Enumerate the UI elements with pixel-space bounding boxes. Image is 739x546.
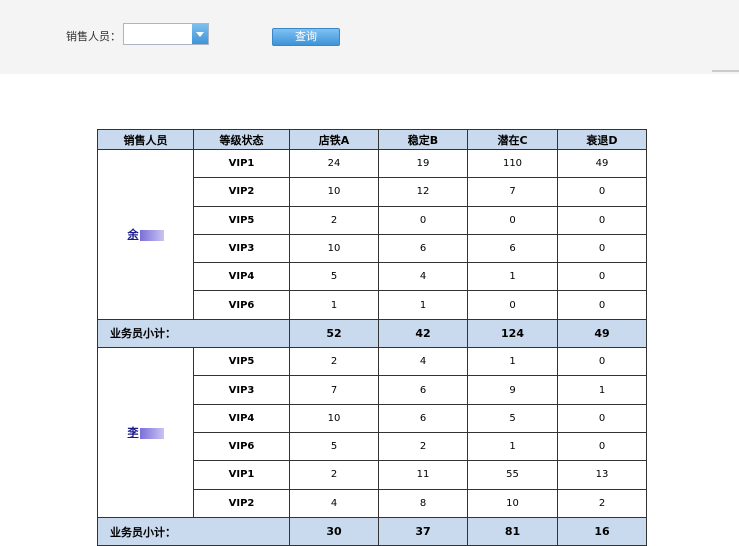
header-a: 店铁A: [289, 129, 379, 150]
level-cell: VIP2: [193, 488, 290, 518]
salesperson-cell: 李: [97, 347, 194, 518]
value-a: 5: [289, 262, 379, 292]
value-c: 1: [467, 347, 558, 377]
subtotal-b: 37: [378, 516, 468, 546]
value-d: 2: [557, 488, 647, 518]
subtotal-a: 52: [289, 318, 379, 349]
salesperson-link[interactable]: 李: [128, 426, 164, 439]
value-c: 7: [467, 177, 558, 207]
subtotal-d: 16: [557, 516, 647, 546]
subtotal-c: 81: [467, 516, 558, 546]
filter-bar: 销售人员： 查询: [0, 0, 739, 74]
query-button[interactable]: 查询: [272, 28, 340, 46]
value-b: 6: [378, 233, 468, 264]
value-d: 1: [557, 375, 647, 405]
value-a: 5: [289, 431, 379, 462]
level-cell: VIP6: [193, 290, 290, 320]
value-d: 0: [557, 431, 647, 462]
sales-report-table: 销售人员 等级状态 店铁A 稳定B 潜在C 衰退D 余 VIP1 24 19 1…: [97, 129, 647, 546]
value-d: 0: [557, 347, 647, 377]
value-c: 1: [467, 262, 558, 292]
level-cell: VIP4: [193, 403, 290, 433]
value-b: 4: [378, 347, 468, 377]
header-salesperson: 销售人员: [97, 129, 194, 150]
value-a: 10: [289, 177, 379, 207]
table-row: 余 VIP1 24 19 110 49: [97, 148, 647, 320]
header-b: 稳定B: [378, 129, 468, 150]
select-dropdown-button[interactable]: [192, 24, 208, 44]
value-d: 0: [557, 403, 647, 433]
value-a: 24: [289, 148, 379, 179]
subtotal-b: 42: [378, 318, 468, 349]
value-a: 7: [289, 375, 379, 405]
salesperson-select[interactable]: [123, 23, 209, 45]
value-b: 19: [378, 148, 468, 179]
value-b: 12: [378, 177, 468, 207]
value-b: 2: [378, 431, 468, 462]
level-cell: VIP1: [193, 460, 290, 490]
salesperson-filter-label: 销售人员：: [66, 30, 121, 43]
header-d: 衰退D: [557, 129, 647, 150]
divider: [712, 70, 739, 72]
value-c: 9: [467, 375, 558, 405]
value-d: 0: [557, 205, 647, 235]
salesperson-link[interactable]: 余: [128, 228, 164, 241]
subtotal-d: 49: [557, 318, 647, 349]
value-c: 55: [467, 460, 558, 490]
level-cell: VIP6: [193, 431, 290, 462]
subtotal-label: 业务员小计：: [97, 318, 290, 349]
value-a: 1: [289, 290, 379, 320]
level-cell: VIP2: [193, 177, 290, 207]
value-b: 4: [378, 262, 468, 292]
value-d: 49: [557, 148, 647, 179]
value-c: 110: [467, 148, 558, 179]
header-level-status: 等级状态: [193, 129, 290, 150]
subtotal-label: 业务员小计：: [97, 516, 290, 546]
value-a: 4: [289, 488, 379, 518]
value-d: 0: [557, 290, 647, 320]
level-cell: VIP5: [193, 205, 290, 235]
salesperson-name: 余: [127, 228, 139, 242]
value-b: 0: [378, 205, 468, 235]
value-b: 11: [378, 460, 468, 490]
table-row: 李 VIP5 2 4 1 0: [97, 347, 647, 518]
redacted-mark: [139, 427, 164, 439]
value-c: 5: [467, 403, 558, 433]
value-a: 2: [289, 460, 379, 490]
value-b: 8: [378, 488, 468, 518]
redacted-mark: [139, 229, 164, 241]
value-c: 0: [467, 205, 558, 235]
value-c: 0: [467, 290, 558, 320]
subtotal-a: 30: [289, 516, 379, 546]
value-c: 1: [467, 431, 558, 462]
value-b: 1: [378, 290, 468, 320]
header-c: 潜在C: [467, 129, 558, 150]
level-cell: VIP5: [193, 347, 290, 377]
value-d: 13: [557, 460, 647, 490]
subtotal-c: 124: [467, 318, 558, 349]
level-cell: VIP3: [193, 375, 290, 405]
level-cell: VIP4: [193, 262, 290, 292]
value-d: 0: [557, 233, 647, 264]
value-c: 6: [467, 233, 558, 264]
chevron-down-icon: [196, 32, 204, 37]
value-d: 0: [557, 262, 647, 292]
subtotal-row: 业务员小计： 30 37 81 16: [97, 516, 647, 546]
value-a: 10: [289, 403, 379, 433]
subtotal-row: 业务员小计： 52 42 124 49: [97, 318, 647, 349]
value-c: 10: [467, 488, 558, 518]
value-b: 6: [378, 375, 468, 405]
level-cell: VIP3: [193, 233, 290, 264]
value-d: 0: [557, 177, 647, 207]
salesperson-name: 李: [127, 426, 139, 440]
salesperson-cell: 余: [97, 149, 194, 320]
value-b: 6: [378, 403, 468, 433]
value-a: 2: [289, 347, 379, 377]
table-header-row: 销售人员 等级状态 店铁A 稳定B 潜在C 衰退D: [97, 129, 647, 150]
level-cell: VIP1: [193, 148, 290, 179]
value-a: 2: [289, 205, 379, 235]
value-a: 10: [289, 233, 379, 264]
